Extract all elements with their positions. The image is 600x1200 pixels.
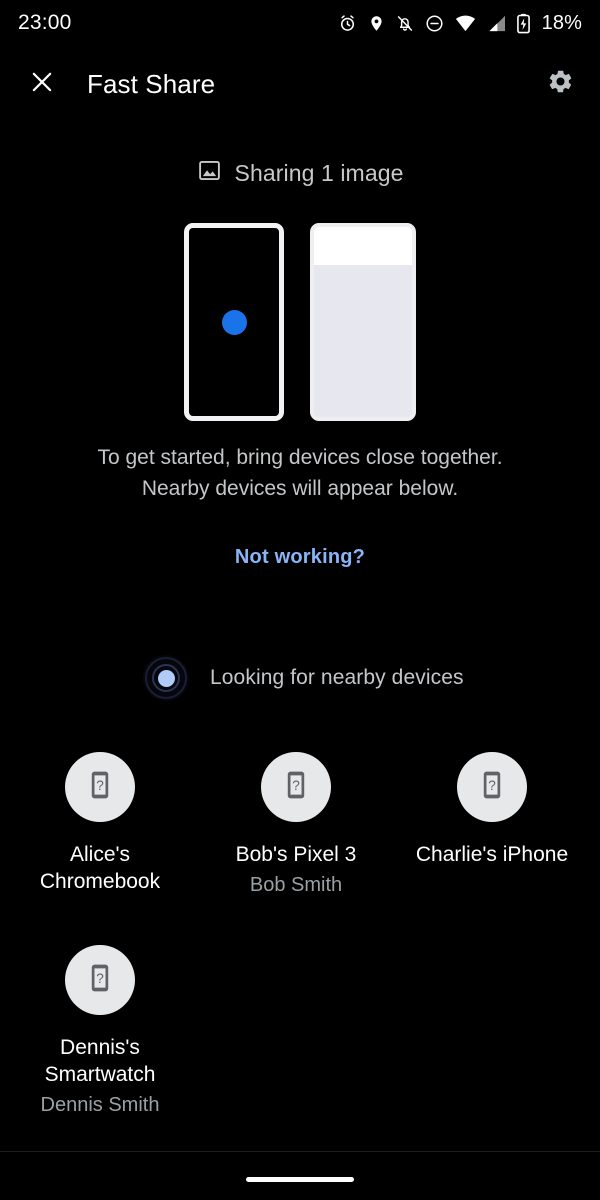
device-item-charlie[interactable]: ? Charlie's iPhone <box>396 746 588 899</box>
radar-core-dot <box>157 669 175 687</box>
blue-dot-indicator <box>221 309 247 335</box>
device-name: Dennis's Smartwatch <box>44 1036 156 1086</box>
unknown-device-icon: ? <box>475 768 509 807</box>
device-name: Alice's Chromebook <box>39 843 161 893</box>
svg-text:?: ? <box>292 778 300 793</box>
app-bar: Fast Share <box>0 56 600 112</box>
radar-scan-icon <box>143 655 189 701</box>
battery-charging-icon <box>516 13 530 34</box>
share-summary: Sharing 1 image <box>0 158 600 188</box>
instructions-line-1: To get started, bring devices close toge… <box>97 446 503 469</box>
status-bar-clock: 23:00 <box>18 11 72 34</box>
close-button[interactable] <box>14 56 70 112</box>
dark-phone-illustration <box>184 223 284 421</box>
scanning-status: Looking for nearby devices <box>143 655 464 701</box>
close-icon <box>29 69 55 100</box>
do-not-disturb-icon <box>425 14 444 33</box>
fast-share-screen: 23:00 18% Fast Share Sharing 1 image To … <box>0 0 600 1200</box>
status-bar-icons: 18% <box>338 12 582 35</box>
home-gesture-pill[interactable] <box>246 1176 354 1182</box>
help-link-container: Not working? <box>0 546 600 569</box>
wifi-icon <box>455 15 476 32</box>
device-name: Bob's Pixel 3 <box>235 843 357 866</box>
nearby-devices-grid: ? Alice's Chromebook ? Bob's Pixel 3 Bob… <box>0 746 600 1118</box>
device-item-dennis[interactable]: ? Dennis's Smartwatch Dennis Smith <box>4 939 196 1118</box>
device-name: Charlie's iPhone <box>415 843 569 866</box>
not-working-link[interactable]: Not working? <box>235 546 365 568</box>
instructions-text: To get started, bring devices close toge… <box>0 442 600 504</box>
avatar: ? <box>65 752 135 822</box>
light-phone-illustration <box>310 223 416 421</box>
battery-percent-label: 18% <box>541 11 582 34</box>
page-title: Fast Share <box>87 68 216 99</box>
gear-icon <box>547 68 574 100</box>
unknown-device-icon: ? <box>83 768 117 807</box>
device-pairing-illustration <box>0 223 600 425</box>
cell-signal-icon <box>487 15 506 32</box>
instructions-line-2: Nearby devices will appear below. <box>141 477 459 500</box>
location-icon <box>368 14 385 33</box>
unknown-device-icon: ? <box>83 961 117 1000</box>
share-summary-label: Sharing 1 image <box>234 159 404 186</box>
navigation-bar <box>0 1152 600 1200</box>
device-owner: Dennis Smith <box>40 1094 160 1116</box>
scanning-status-label: Looking for nearby devices <box>210 666 464 689</box>
svg-text:?: ? <box>96 971 104 986</box>
alarm-icon <box>338 14 357 33</box>
settings-button[interactable] <box>538 62 582 106</box>
device-owner: Bob Smith <box>249 874 343 896</box>
unknown-device-icon: ? <box>279 768 313 807</box>
avatar: ? <box>261 752 331 822</box>
avatar: ? <box>65 945 135 1015</box>
device-item-alice[interactable]: ? Alice's Chromebook <box>4 746 196 899</box>
avatar: ? <box>457 752 527 822</box>
status-bar: 23:00 18% <box>0 0 600 46</box>
device-item-bob[interactable]: ? Bob's Pixel 3 Bob Smith <box>200 746 392 899</box>
svg-text:?: ? <box>96 778 104 793</box>
notifications-off-icon <box>396 14 414 33</box>
light-phone-header-strip <box>314 227 412 265</box>
svg-text:?: ? <box>488 778 496 793</box>
image-icon <box>197 158 222 188</box>
